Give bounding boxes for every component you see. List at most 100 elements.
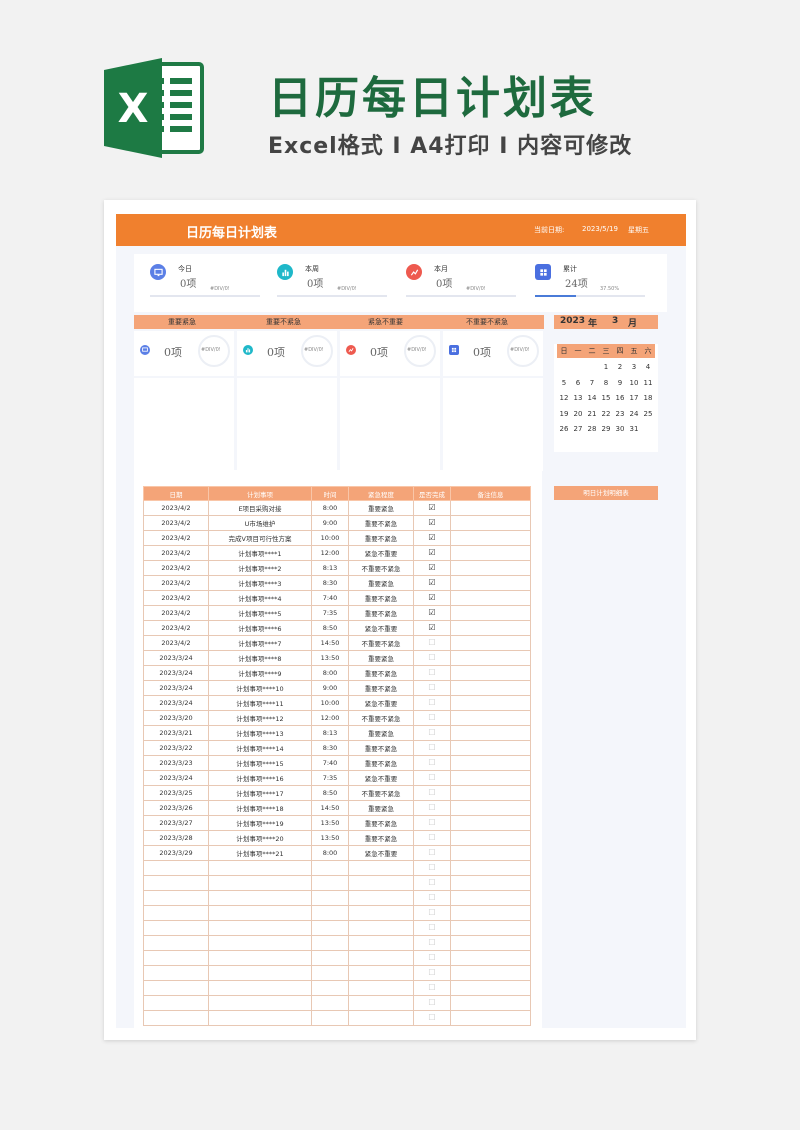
done-checkbox[interactable]: ☐ [428, 728, 435, 737]
done-checkbox[interactable]: ☑ [428, 518, 435, 527]
calendar-day[interactable]: 26 [557, 422, 571, 436]
calendar-day[interactable]: 12 [557, 391, 571, 405]
done-checkbox[interactable]: ☐ [428, 878, 435, 887]
done-checkbox[interactable]: ☐ [428, 938, 435, 947]
done-checkbox[interactable]: ☐ [428, 758, 435, 767]
cell-done: ☐ [413, 800, 451, 816]
done-checkbox[interactable]: ☐ [428, 743, 435, 752]
done-checkbox[interactable]: ☐ [428, 863, 435, 872]
done-checkbox[interactable]: ☑ [428, 503, 435, 512]
calendar-day[interactable]: 23 [613, 407, 627, 421]
table-row: ☐ [143, 890, 531, 906]
done-checkbox[interactable]: ☐ [428, 668, 435, 677]
calendar-day[interactable]: 9 [613, 376, 627, 390]
calendar-day[interactable]: 24 [627, 407, 641, 421]
cell-notes [450, 860, 531, 876]
done-checkbox[interactable]: ☑ [428, 548, 435, 557]
cell-level: 重要紧急 [348, 650, 414, 666]
calendar-day[interactable]: 11 [641, 376, 655, 390]
calendar-day[interactable]: 10 [627, 376, 641, 390]
calendar-day[interactable]: 1 [599, 360, 613, 374]
done-checkbox[interactable]: ☑ [428, 608, 435, 617]
cell-time: 12:00 [311, 545, 349, 561]
cell-time [311, 905, 349, 921]
calendar-day[interactable]: 19 [557, 407, 571, 421]
done-checkbox[interactable]: ☑ [428, 623, 435, 632]
calendar-day[interactable]: 25 [641, 407, 655, 421]
cell-done: ☑ [413, 515, 451, 531]
cell-notes [450, 830, 531, 846]
calendar-day[interactable]: 18 [641, 391, 655, 405]
done-checkbox[interactable]: ☑ [428, 578, 435, 587]
calendar-day[interactable]: 3 [627, 360, 641, 374]
done-checkbox[interactable]: ☐ [428, 638, 435, 647]
done-checkbox[interactable]: ☐ [428, 833, 435, 842]
stat-today: 今日 0项 #DIV/0! [150, 254, 276, 312]
done-checkbox[interactable]: ☐ [428, 683, 435, 692]
cell-date: 2023/4/2 [143, 500, 209, 516]
calendar-month[interactable]: 3 [612, 316, 618, 326]
cell-done: ☐ [413, 680, 451, 696]
calendar-day[interactable]: 31 [627, 422, 641, 436]
calendar-day[interactable]: 5 [557, 376, 571, 390]
calendar-day[interactable]: 20 [571, 407, 585, 421]
done-checkbox[interactable]: ☐ [428, 893, 435, 902]
table-row: 2023/4/2 E项目采购对接 8:00 重要紧急 ☑ [143, 500, 531, 516]
done-checkbox[interactable]: ☑ [428, 593, 435, 602]
calendar-day[interactable]: 27 [571, 422, 585, 436]
table-row: 2023/3/24 计划事项****9 8:00 重要不紧急 ☐ [143, 665, 531, 681]
cell-time: 8:00 [311, 665, 349, 681]
cell-level: 紧急不重要 [348, 845, 414, 861]
cell-notes [450, 710, 531, 726]
done-checkbox[interactable]: ☐ [428, 698, 435, 707]
done-checkbox[interactable]: ☐ [428, 998, 435, 1007]
cell-done: ☐ [413, 635, 451, 651]
calendar-day[interactable]: 14 [585, 391, 599, 405]
calendar-day[interactable]: 28 [585, 422, 599, 436]
calendar-day[interactable]: 4 [641, 360, 655, 374]
banner-subtitle: Excel格式 I A4打印 I 内容可修改 [268, 134, 633, 159]
cell-item: 计划事项****18 [208, 800, 312, 816]
done-checkbox[interactable]: ☐ [428, 923, 435, 932]
calendar-day[interactable]: 6 [571, 376, 585, 390]
done-checkbox[interactable]: ☐ [428, 803, 435, 812]
calendar-day[interactable]: 29 [599, 422, 613, 436]
calendar-day[interactable]: 21 [585, 407, 599, 421]
done-checkbox[interactable]: ☐ [428, 848, 435, 857]
calendar-day[interactable]: 17 [627, 391, 641, 405]
cell-time: 9:00 [311, 680, 349, 696]
grid-icon [449, 345, 459, 355]
done-checkbox[interactable]: ☐ [428, 773, 435, 782]
done-checkbox[interactable]: ☐ [428, 953, 435, 962]
column-header-item: 计划事项 [208, 486, 312, 501]
cell-time: 8:00 [311, 500, 349, 516]
done-checkbox[interactable]: ☐ [428, 818, 435, 827]
done-checkbox[interactable]: ☐ [428, 908, 435, 917]
calendar-day[interactable]: 30 [613, 422, 627, 436]
calendar-day[interactable]: 8 [599, 376, 613, 390]
done-checkbox[interactable]: ☐ [428, 968, 435, 977]
calendar-day[interactable]: 22 [599, 407, 613, 421]
cell-date: 2023/3/25 [143, 785, 209, 801]
calendar-day[interactable]: 15 [599, 391, 613, 405]
calendar-day[interactable]: 7 [585, 376, 599, 390]
column-header-level: 紧急程度 [348, 486, 414, 501]
calendar-day[interactable]: 13 [571, 391, 585, 405]
calendar-day[interactable]: 2 [613, 360, 627, 374]
done-checkbox[interactable]: ☐ [428, 788, 435, 797]
calendar-year[interactable]: 2023 [560, 316, 585, 326]
done-checkbox[interactable]: ☑ [428, 563, 435, 572]
done-checkbox[interactable]: ☑ [428, 533, 435, 542]
cell-item: 计划事项****7 [208, 635, 312, 651]
cell-notes [450, 695, 531, 711]
cell-notes [450, 500, 531, 516]
done-checkbox[interactable]: ☐ [428, 983, 435, 992]
calendar-day[interactable]: 16 [613, 391, 627, 405]
cell-done: ☑ [413, 500, 451, 516]
cell-item: U市场维护 [208, 515, 312, 531]
done-checkbox[interactable]: ☐ [428, 1013, 435, 1022]
done-checkbox[interactable]: ☐ [428, 713, 435, 722]
table-row: 2023/3/29 计划事项****21 8:00 紧急不重要 ☐ [143, 845, 531, 861]
done-checkbox[interactable]: ☐ [428, 653, 435, 662]
cell-date [143, 920, 209, 936]
